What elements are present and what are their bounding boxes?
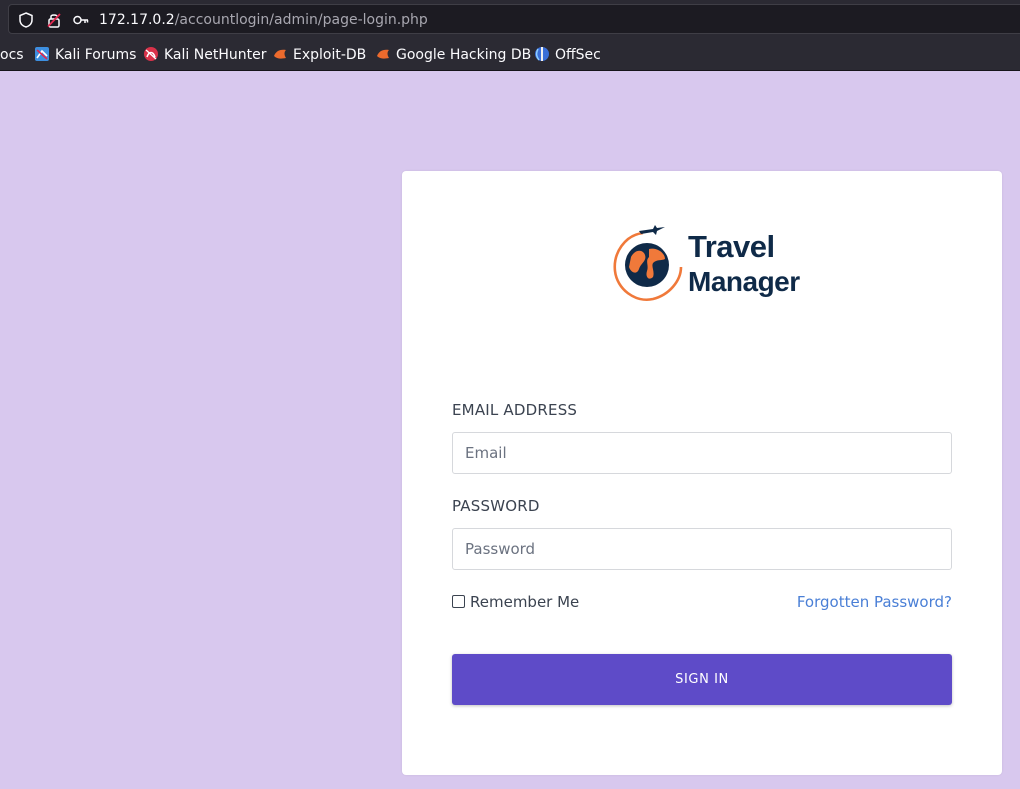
browser-toolbar: 172.17.0.2/accountlogin/admin/page-login… (0, 0, 1020, 38)
bookmark-label: ocs (0, 47, 24, 63)
remember-me-label: Remember Me (470, 593, 580, 611)
ghdb-icon (377, 49, 389, 59)
kali-nethunter-icon (144, 47, 158, 61)
key-icon[interactable] (72, 11, 90, 29)
email-label: EMAIL ADDRESS (452, 401, 578, 419)
password-label: PASSWORD (452, 497, 540, 515)
bookmark-label: OffSec (555, 47, 601, 63)
kali-forums-icon (35, 47, 49, 61)
remember-me[interactable]: Remember Me (452, 593, 579, 611)
url-text[interactable]: 172.17.0.2/accountlogin/admin/page-login… (99, 11, 428, 29)
bookmark-offsec[interactable]: OffSec (534, 46, 601, 64)
remember-me-checkbox[interactable] (452, 595, 465, 608)
email-field[interactable] (452, 432, 952, 474)
bookmarks-toolbar: ocs Kali Forums Kali NetHunter Exploit-D… (0, 38, 1020, 71)
bookmark-kali-nethunter[interactable]: Kali NetHunter (143, 46, 266, 64)
bookmark-label: Google Hacking DB (396, 47, 532, 63)
bookmark-docs[interactable]: ocs (0, 46, 24, 64)
login-card: Travel Manager EMAIL ADDRESS PASSWORD Re… (402, 171, 1002, 775)
bookmark-label: Exploit-DB (293, 47, 367, 63)
password-field[interactable] (452, 528, 952, 570)
sign-in-button[interactable]: SIGN IN (452, 654, 952, 705)
url-bar[interactable]: 172.17.0.2/accountlogin/admin/page-login… (8, 4, 1020, 34)
logo-line-1: Travel (688, 229, 775, 264)
bookmark-kali-forums[interactable]: Kali Forums (34, 46, 136, 64)
forgotten-password-link[interactable]: Forgotten Password? (797, 593, 952, 611)
bookmark-google-hacking-db[interactable]: Google Hacking DB (375, 46, 531, 64)
logo-line-2: Manager (688, 266, 800, 297)
bookmark-label: Kali Forums (55, 47, 137, 63)
insecure-lock-icon[interactable] (45, 11, 63, 29)
travel-manager-logo: Travel Manager (609, 219, 800, 305)
shield-icon[interactable] (17, 11, 35, 29)
bookmark-exploit-db[interactable]: Exploit-DB (272, 46, 366, 64)
globe-plane-icon (613, 225, 683, 301)
bookmark-label: Kali NetHunter (164, 47, 267, 63)
offsec-icon (535, 47, 549, 61)
exploit-db-icon (274, 49, 286, 59)
